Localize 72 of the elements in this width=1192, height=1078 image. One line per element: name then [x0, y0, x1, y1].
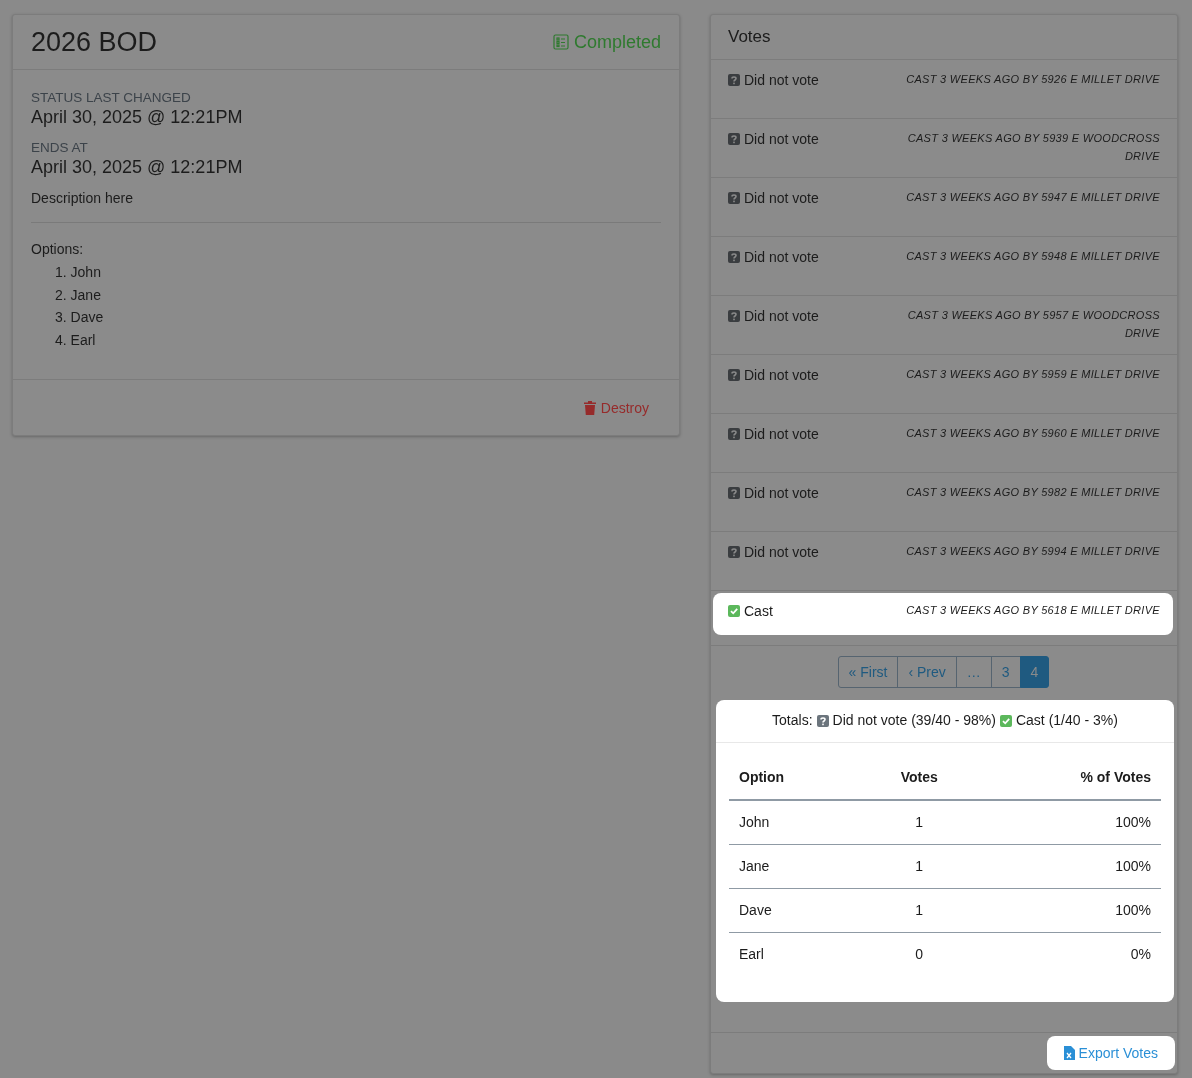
checkbox-icon [999, 715, 1012, 727]
question-icon [728, 74, 740, 86]
vote-meta: CAST 3 WEEKS AGO BY 5982 E MILLET DRIVE [906, 485, 1160, 500]
vote-meta: CAST 3 WEEKS AGO BY 5960 E MILLET DRIVE [906, 426, 1160, 441]
table-cell: John [729, 800, 862, 845]
vote-status: Did not vote [744, 190, 819, 206]
checkbox-icon [728, 605, 740, 617]
totals-item: Did not vote (39/40 - 98%) [832, 712, 996, 728]
vote-status: Did not vote [744, 249, 819, 265]
export-votes-button[interactable]: Export Votes [1046, 1036, 1175, 1070]
description-text: Description here [31, 190, 133, 206]
totals-item: Cast (1/40 - 3%) [1015, 712, 1118, 728]
table-cell: Earl [729, 932, 862, 976]
question-icon [728, 428, 740, 440]
vote-status: Did not vote [744, 308, 819, 324]
column-header: % of Votes [977, 755, 1161, 800]
question-icon [816, 715, 829, 727]
vote-meta: CAST 3 WEEKS AGO BY 5994 E MILLET DRIVE [906, 544, 1160, 559]
column-header: Votes [861, 755, 978, 800]
totals-label: Totals: [772, 712, 813, 728]
table-cell: 100% [977, 800, 1161, 845]
status-label: Completed [552, 31, 661, 53]
field-label: ENDS AT [31, 140, 89, 155]
vote-status: Did not vote [744, 367, 819, 383]
vote-status: Did not vote [744, 485, 819, 501]
destroy-button[interactable]: Destroy [583, 399, 649, 416]
options-label: Options: [31, 241, 85, 257]
vote-meta: CAST 3 WEEKS AGO BY 5957 E WOODCROSS DRIVE [907, 308, 1160, 341]
vote-status: Did not vote [744, 426, 819, 442]
vote-meta: CAST 3 WEEKS AGO BY 5948 E MILLET DRIVE [906, 249, 1160, 264]
vote-meta: CAST 3 WEEKS AGO BY 5939 E WOODCROSS DRIVE [907, 131, 1160, 164]
vote-meta: CAST 3 WEEKS AGO BY 5618 E MILLET DRIVE [906, 603, 1160, 618]
field-label: STATUS LAST CHANGED [31, 90, 192, 105]
vote-status: Cast [744, 603, 773, 619]
option-item: 2. Jane [55, 286, 101, 303]
table-cell: 0 [861, 932, 978, 976]
poll-title: 2026 BOD [31, 26, 158, 58]
question-icon [728, 369, 740, 381]
table-cell: Dave [729, 888, 862, 933]
question-icon [728, 310, 740, 322]
table-cell: Jane [729, 844, 862, 889]
vote-meta: CAST 3 WEEKS AGO BY 5959 E MILLET DRIVE [906, 367, 1160, 382]
question-icon [728, 487, 740, 499]
page-link[interactable]: … [955, 656, 992, 688]
vote-status: Did not vote [744, 72, 819, 88]
option-item: 4. Earl [55, 331, 96, 348]
trash-icon [583, 400, 596, 415]
question-icon [728, 192, 740, 204]
vote-meta: CAST 3 WEEKS AGO BY 5947 E MILLET DRIVE [906, 190, 1160, 205]
card-title: Votes [728, 27, 771, 46]
field-value: April 30, 2025 @ 12:21PM [31, 107, 244, 128]
page-link[interactable]: « First [837, 656, 899, 688]
table-cell: 1 [861, 844, 978, 889]
checklist-icon [552, 34, 569, 50]
table-cell: 0% [977, 932, 1161, 976]
page-link[interactable]: 4 [1019, 656, 1050, 688]
question-icon [728, 546, 740, 558]
question-icon [728, 133, 740, 145]
column-header: Option [729, 755, 862, 800]
table-cell: 1 [861, 888, 978, 933]
vote-status: Did not vote [744, 131, 819, 147]
vote-status: Did not vote [744, 544, 819, 560]
table-cell: 100% [977, 888, 1161, 933]
table-cell: 1 [861, 800, 978, 845]
spreadsheet-file-icon [1063, 1046, 1075, 1060]
vote-meta: CAST 3 WEEKS AGO BY 5926 E MILLET DRIVE [906, 72, 1160, 87]
option-item: 1. John [55, 264, 101, 280]
question-icon [728, 251, 740, 263]
option-item: 3. Dave [55, 309, 104, 325]
field-value: April 30, 2025 @ 12:21PM [31, 157, 244, 178]
table-cell: 100% [977, 844, 1161, 889]
page-link[interactable]: ‹ Prev [897, 656, 957, 688]
